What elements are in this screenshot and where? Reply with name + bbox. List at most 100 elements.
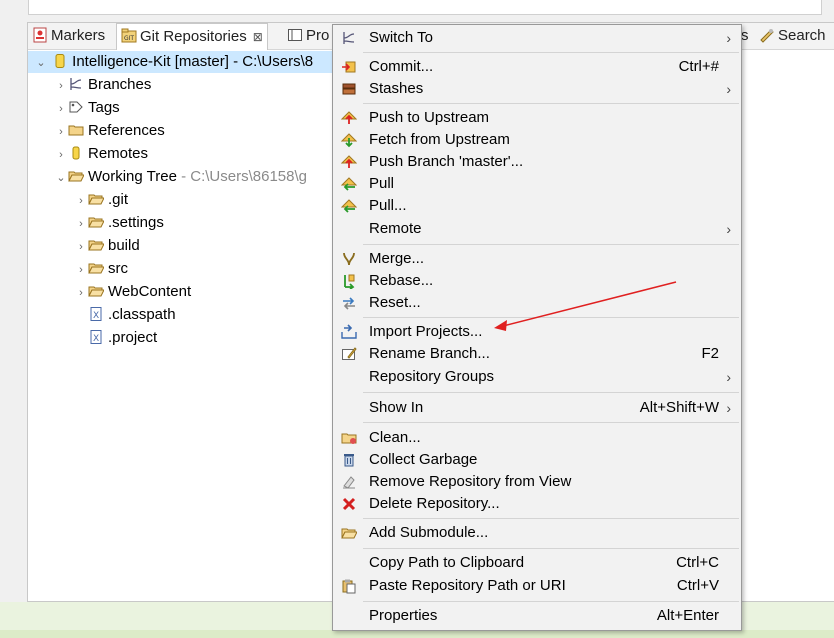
menu-paste-repository-path[interactable]: Paste Repository Path or URI Ctrl+V [335,575,739,597]
rename-icon [342,347,357,360]
menu-show-in[interactable]: Show In Alt+Shift+W › [335,397,739,419]
open-folder-icon [88,286,104,297]
menu-properties[interactable]: Properties Alt+Enter [335,605,739,627]
menu-add-submodule[interactable]: Add Submodule... [335,522,739,544]
pull-icon [341,199,357,213]
menu-remote[interactable]: Remote › [335,218,739,240]
remotes-icon [72,146,80,160]
tree-folder-src[interactable]: › src [74,258,128,280]
tab-markers[interactable]: Markers [28,23,109,49]
menu-stashes[interactable]: Stashes › [335,78,739,100]
svg-text:GIT: GIT [124,35,134,42]
menu-clean[interactable]: Clean... [335,427,739,449]
clean-icon [341,433,357,444]
menu-push-to-upstream[interactable]: Push to Upstream [335,107,739,129]
tab-hidden-fragment[interactable]: s [741,23,749,49]
tree-file-project[interactable]: X .project [88,327,157,349]
add-submodule-icon [341,528,357,539]
tree-item-branches[interactable]: › Branches [54,74,151,96]
folder-icon [68,125,84,136]
expand-icon[interactable]: › [54,144,68,166]
top-editor-edge [28,0,822,15]
fetch-icon [341,133,357,148]
menu-separator [363,548,739,549]
menu-copy-path[interactable]: Copy Path to Clipboard Ctrl+C [335,552,739,574]
menu-separator [363,601,739,602]
expand-icon[interactable]: › [74,282,88,304]
expand-icon[interactable]: › [54,121,68,143]
pull-icon [341,177,357,191]
push-branch-icon [341,155,357,168]
tree-item-remotes[interactable]: › Remotes [54,143,148,165]
close-tab-icon[interactable]: ⊠ [253,30,263,44]
collapse-icon[interactable]: ⌄ [54,167,68,189]
menu-delete-repository[interactable]: Delete Repository... [335,493,739,515]
menu-separator [363,518,739,519]
open-folder-icon [68,171,84,182]
tree-repo-intelligence-kit[interactable]: ⌄ Intelligence-Kit [master] - C:\Users\8 [28,51,333,73]
svg-text:X: X [93,311,99,321]
expand-icon[interactable]: › [54,98,68,120]
submenu-arrow-icon: › [726,400,731,416]
tree-folder-build[interactable]: › build [74,235,140,257]
search-icon [760,29,774,43]
xml-file-icon: X [90,307,102,321]
expand-icon[interactable]: › [74,213,88,235]
switch-to-icon [343,32,355,44]
open-folder-icon [88,194,104,205]
menu-repository-groups[interactable]: Repository Groups › [335,366,739,388]
repository-context-menu: Switch To › Commit... Ctrl+# Stashes › Push… [332,24,742,631]
tree-item-references[interactable]: › References [54,120,165,142]
branches-icon [70,78,82,90]
tab-search[interactable]: Search [755,23,830,49]
tree-folder-git[interactable]: › .git [74,189,128,211]
expand-icon[interactable]: › [54,75,68,97]
xml-file-icon: X [90,330,102,344]
menu-reset[interactable]: Reset... [335,292,739,314]
expand-icon[interactable]: › [74,236,88,258]
status-strip-edge [0,630,834,638]
menu-separator [363,392,739,393]
rebase-icon [344,274,355,289]
tree-item-tags[interactable]: › Tags [54,97,120,119]
tab-project-explorer[interactable]: Pro [283,23,333,49]
menu-commit[interactable]: Commit... Ctrl+# [335,56,739,78]
menu-rebase[interactable]: Rebase... [335,270,739,292]
menu-separator [363,317,739,318]
tags-icon [69,101,83,113]
menu-collect-garbage[interactable]: Collect Garbage [335,449,739,471]
git-repositories-icon: GIT [121,28,137,43]
trash-icon [344,454,354,467]
submenu-arrow-icon: › [726,30,731,46]
markers-icon [33,27,47,43]
menu-fetch-from-upstream[interactable]: Fetch from Upstream [335,129,739,151]
project-explorer-icon [288,29,302,41]
menu-switch-to[interactable]: Switch To › [335,27,739,49]
collapse-icon[interactable]: ⌄ [34,52,48,74]
menu-push-branch[interactable]: Push Branch 'master'... [335,151,739,173]
menu-separator [363,422,739,423]
menu-import-projects[interactable]: Import Projects... [335,321,739,343]
svg-text:X: X [93,334,99,344]
paste-icon [342,579,356,594]
eraser-icon [343,476,355,489]
menu-pull[interactable]: Pull [335,173,739,195]
submenu-arrow-icon: › [726,369,731,385]
menu-pull-dialog[interactable]: Pull... [335,195,739,217]
push-icon [341,111,357,124]
open-folder-icon [88,217,104,228]
repository-icon [55,54,65,68]
commit-icon [342,61,356,73]
tree-folder-webcontent[interactable]: › WebContent [74,281,191,303]
menu-remove-repository-from-view[interactable]: Remove Repository from View [335,471,739,493]
expand-icon[interactable]: › [74,259,88,281]
reset-icon [343,297,355,310]
top-window-strip [0,0,834,22]
menu-merge[interactable]: Merge... [335,248,739,270]
tab-git-repositories[interactable]: GIT Git Repositories ⊠ [116,23,268,50]
menu-rename-branch[interactable]: Rename Branch... F2 [335,343,739,365]
tree-file-classpath[interactable]: X .classpath [88,304,176,326]
tree-item-working-tree[interactable]: ⌄ Working Tree - C:\Users\86158\g [54,166,307,188]
tree-folder-settings[interactable]: › .settings [74,212,164,234]
expand-icon[interactable]: › [74,190,88,212]
